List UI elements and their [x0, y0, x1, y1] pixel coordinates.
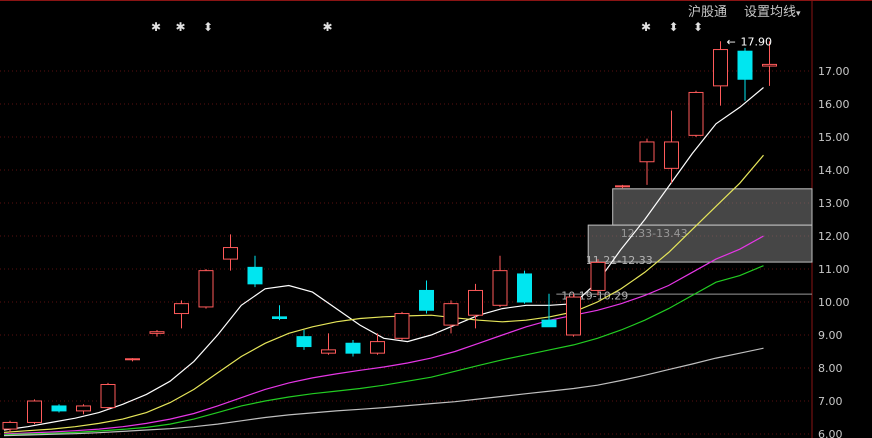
y-tick-label: 10.00 [818, 296, 850, 309]
candle-down[interactable] [541, 319, 557, 328]
y-tick-label: 13.00 [818, 197, 850, 210]
y-tick-label: 9.00 [818, 329, 843, 342]
y-tick-label: 8.00 [818, 362, 843, 375]
price-zone-box[interactable] [612, 188, 813, 226]
candlestick-chart[interactable]: 6.00 7.00 8.00 9.00 10.00 11.00 12.00 13.00 14.0… [0, 0, 872, 438]
candle-up[interactable] [492, 270, 508, 306]
candle-down[interactable] [345, 342, 361, 354]
candle-down[interactable] [517, 273, 532, 303]
candle-up[interactable] [688, 91, 704, 136]
candle-up[interactable] [198, 270, 214, 308]
candle-down[interactable] [51, 405, 67, 412]
candle-down[interactable] [296, 336, 312, 348]
candle-down[interactable] [737, 50, 753, 80]
caret-down-icon: ▾ [796, 9, 801, 19]
y-tick-label: 16.00 [818, 98, 850, 111]
y-tick-label: 11.00 [818, 263, 850, 276]
candle-up[interactable] [27, 400, 42, 423]
candle-down[interactable] [247, 266, 263, 285]
star-icon[interactable]: ✱ [176, 20, 186, 34]
y-tick-label: 15.00 [818, 131, 850, 144]
y-tick-label: 6.00 [818, 428, 843, 438]
double-arrow-icon[interactable]: ⬍ [669, 20, 679, 34]
y-tick-label: 7.00 [818, 395, 843, 408]
candle-up[interactable] [615, 185, 630, 188]
hk-connect-button[interactable]: 沪股通 [688, 1, 727, 20]
high-price-label: 17.90 [741, 35, 773, 48]
ma-settings-label: 设置均线 [744, 5, 797, 20]
candle-down[interactable] [272, 316, 287, 320]
high-arrow-icon: ← [727, 35, 736, 48]
candle-up[interactable] [590, 261, 606, 291]
star-icon[interactable]: ✱ [641, 20, 651, 34]
candle-up[interactable] [100, 384, 116, 409]
double-arrow-icon[interactable]: ⬍ [203, 20, 213, 34]
star-icon[interactable]: ✱ [151, 20, 161, 34]
y-tick-label: 14.00 [818, 164, 850, 177]
candle-up[interactable] [223, 247, 238, 260]
star-icon[interactable]: ✱ [323, 20, 333, 34]
double-arrow-icon[interactable]: ⬍ [693, 20, 703, 34]
candle-up[interactable] [2, 421, 18, 430]
ma-settings-button[interactable]: 设置均线▾ [744, 1, 801, 20]
candle-up[interactable] [76, 405, 91, 412]
candle-up[interactable] [370, 341, 385, 354]
candle-up[interactable] [174, 303, 189, 315]
moving-average-line [3, 347, 764, 437]
candle-up[interactable] [664, 141, 679, 169]
candle-up[interactable] [125, 358, 140, 361]
candle-up[interactable] [321, 349, 336, 354]
candle-up[interactable] [149, 331, 165, 334]
candle-up[interactable] [394, 313, 410, 339]
candle-up[interactable] [468, 289, 483, 316]
candle-up[interactable] [762, 63, 777, 67]
y-tick-label: 17.00 [818, 65, 850, 78]
candle-down[interactable] [419, 289, 434, 311]
candle-up[interactable] [713, 49, 728, 87]
candle-up[interactable] [443, 303, 459, 326]
y-tick-label: 12.00 [818, 230, 850, 243]
candle-up[interactable] [566, 296, 581, 336]
candle-up[interactable] [639, 141, 655, 163]
